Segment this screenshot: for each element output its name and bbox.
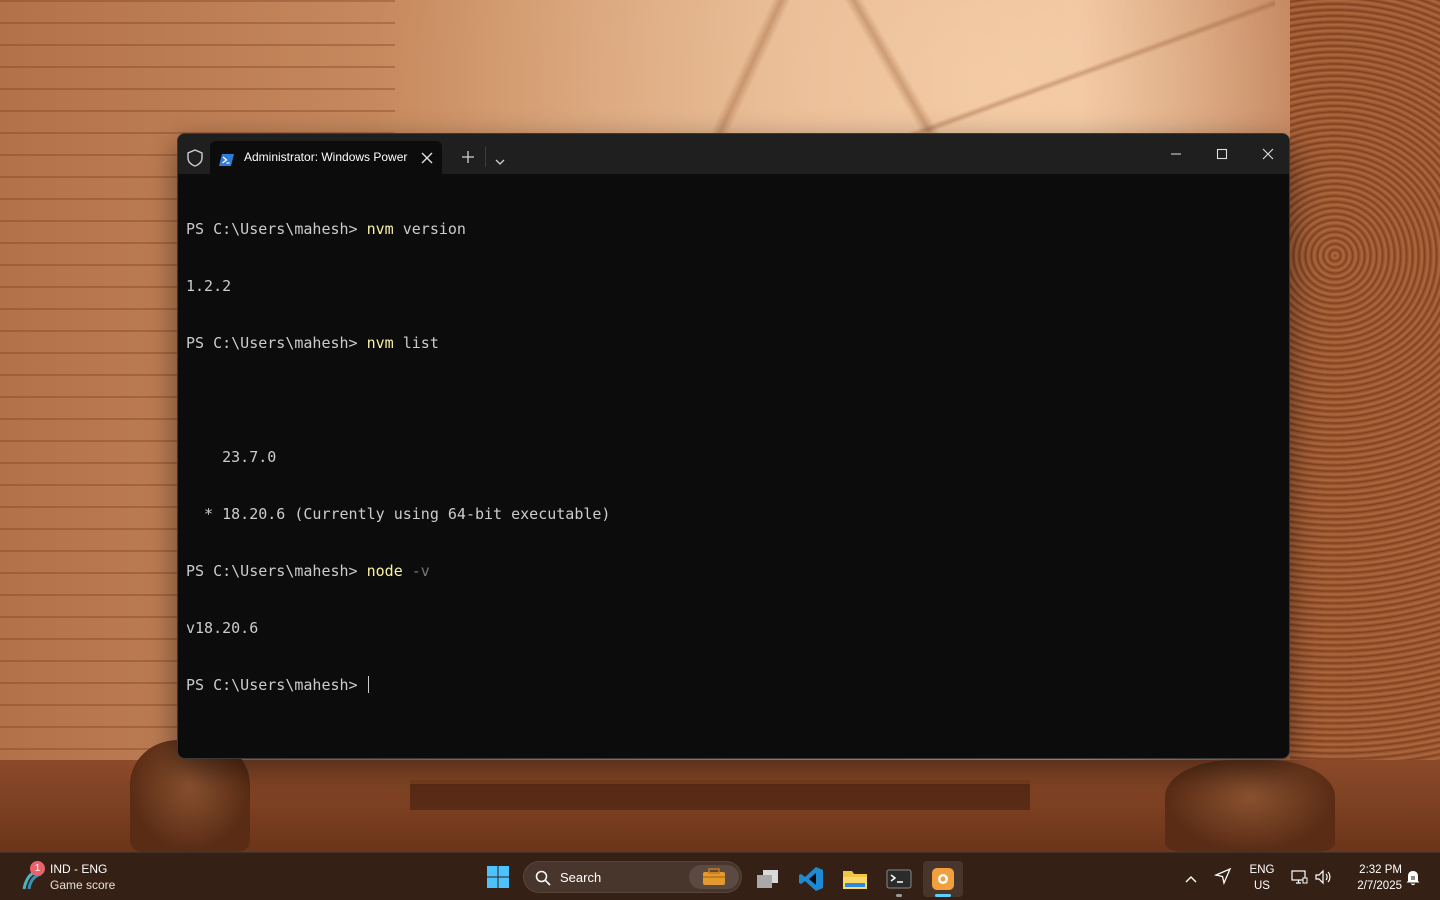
camera-app-icon xyxy=(932,868,954,890)
running-indicator xyxy=(896,894,902,897)
console-line: PS C:\Users\mahesh> node -v xyxy=(186,562,430,580)
console-prompt-line: PS C:\Users\mahesh> xyxy=(186,676,369,694)
file-explorer-button[interactable] xyxy=(835,861,875,897)
widget-title: IND - ENG xyxy=(50,862,108,876)
terminal-button[interactable] xyxy=(879,861,919,897)
tab-powershell[interactable]: Administrator: Windows PowerShell xyxy=(210,141,442,174)
powershell-icon xyxy=(219,151,234,166)
maximize-button[interactable] xyxy=(1199,134,1245,174)
widget-subtitle: Game score xyxy=(50,878,116,892)
clock-date: 2/7/2025 xyxy=(1357,880,1402,892)
minimize-icon xyxy=(1171,153,1181,155)
taskbar-search[interactable]: Search xyxy=(523,861,742,893)
active-indicator xyxy=(935,894,951,897)
clock[interactable]: 2:32 PM 2/7/2025 xyxy=(1342,862,1402,894)
shield-icon xyxy=(186,148,204,168)
console-line: PS C:\Users\mahesh> nvm list xyxy=(186,334,439,352)
clock-time: 2:32 PM xyxy=(1359,864,1402,876)
windows-start-icon[interactable] xyxy=(486,865,510,889)
wallpaper-stone-wall xyxy=(395,0,1275,135)
keyboard-layout: US xyxy=(1254,880,1270,892)
console-line: PS C:\Users\mahesh> nvm version xyxy=(186,220,466,238)
language-indicator[interactable]: ENG US xyxy=(1246,862,1278,894)
text-cursor xyxy=(367,676,369,693)
search-highlight[interactable] xyxy=(689,865,739,889)
terminal-window[interactable]: Administrator: Windows PowerShell PS C:\… xyxy=(177,133,1290,759)
console-line: * 18.20.6 (Currently using 64-bit execut… xyxy=(186,505,611,523)
title-bar[interactable]: Administrator: Windows PowerShell xyxy=(178,134,1289,174)
sports-widget[interactable]: 1 IND - ENG Game score xyxy=(18,861,128,895)
tab-separator xyxy=(485,147,486,167)
taskbar[interactable]: 1 IND - ENG Game score Search ENG US 2:3… xyxy=(0,852,1440,900)
chevron-down-icon[interactable] xyxy=(494,152,506,165)
task-view-icon xyxy=(757,870,778,888)
close-tab-icon[interactable] xyxy=(420,150,434,164)
terminal-icon xyxy=(886,869,912,889)
volume-icon[interactable] xyxy=(1314,868,1332,886)
file-explorer-icon xyxy=(843,871,867,889)
close-icon xyxy=(1262,148,1274,160)
maximize-icon xyxy=(1216,148,1228,160)
search-label: Search xyxy=(560,870,602,885)
briefcase-icon xyxy=(703,868,725,885)
minimize-button[interactable] xyxy=(1153,134,1199,174)
wallpaper-plant-right xyxy=(1165,760,1335,852)
vscode-button[interactable] xyxy=(791,861,831,897)
vscode-icon xyxy=(799,867,823,891)
wallpaper-bench xyxy=(410,780,1030,810)
close-window-button[interactable] xyxy=(1245,134,1289,174)
notification-bell-icon[interactable] xyxy=(1404,868,1422,886)
task-view-button[interactable] xyxy=(747,861,787,897)
chevron-up-icon[interactable] xyxy=(1183,870,1199,883)
search-icon xyxy=(535,870,551,886)
network-icon[interactable] xyxy=(1290,868,1308,886)
wallpaper-rough-wall xyxy=(1290,0,1440,852)
plus-icon[interactable] xyxy=(461,149,475,163)
console-output[interactable]: PS C:\Users\mahesh> nvm version 1.2.2 PS… xyxy=(186,182,1281,758)
language-code: ENG xyxy=(1249,864,1275,876)
notification-badge: 1 xyxy=(30,861,45,876)
location-icon[interactable] xyxy=(1213,867,1232,886)
tab-title: Administrator: Windows PowerShell xyxy=(244,150,408,164)
console-line: 1.2.2 xyxy=(186,277,232,295)
console-line: v18.20.6 xyxy=(186,619,259,637)
camera-app-button[interactable] xyxy=(923,861,963,897)
console-line: 23.7.0 xyxy=(186,448,277,466)
